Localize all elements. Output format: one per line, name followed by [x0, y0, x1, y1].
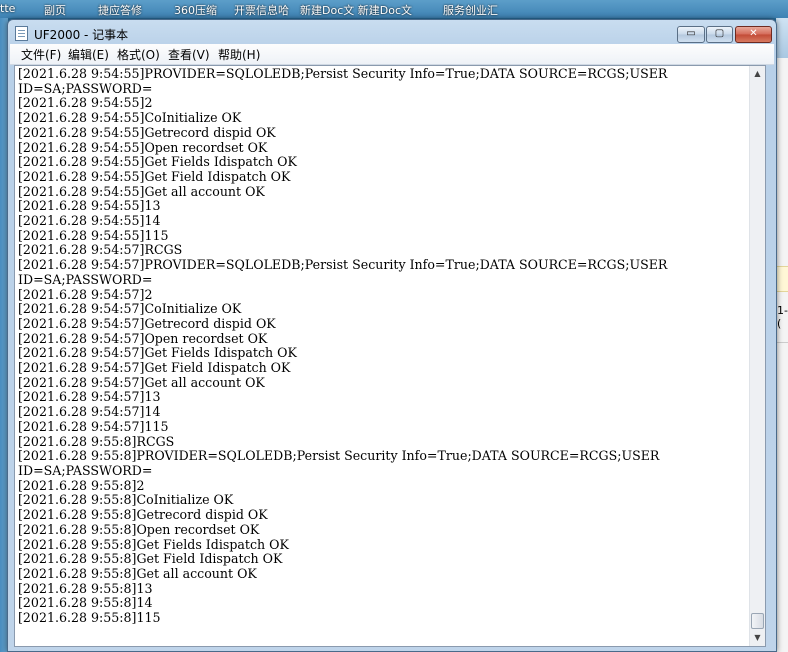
maximize-icon: ▢: [714, 28, 725, 39]
desktop-icon-label[interactable]: 新建Doc文 新建Doc文: [300, 2, 412, 18]
menu-file[interactable]: 文件(F): [21, 46, 61, 63]
desktop-icon-label[interactable]: 开票信息哈: [234, 2, 289, 18]
text-line[interactable]: [2021.6.28 9:54:55]Get Field Idispatch O…: [18, 169, 290, 184]
text-line[interactable]: [2021.6.28 9:54:57]Get Fields Idispatch …: [18, 345, 297, 361]
maximize-button[interactable]: ▢: [706, 26, 733, 43]
menu-help[interactable]: 帮助(H): [218, 46, 260, 63]
text-line[interactable]: [2021.6.28 9:54:57]2: [18, 287, 153, 302]
desktop-top-strip: tte 副页 捷应答修 360压缩 开票信息哈 新建Doc文 新建Doc文 服务…: [0, 0, 788, 18]
scroll-up-button[interactable]: ▲: [750, 66, 765, 82]
text-line[interactable]: [2021.6.28 9:54:57]13: [18, 389, 161, 405]
text-line[interactable]: [2021.6.28 9:54:55]Get all account OK: [18, 184, 265, 199]
menu-format[interactable]: 格式(O): [117, 46, 160, 63]
arrow-down-icon: ▼: [754, 633, 761, 642]
text-line[interactable]: [2021.6.28 9:54:55]Getrecord dispid OK: [18, 125, 276, 140]
text-line[interactable]: [2021.6.28 9:55:8]115: [18, 610, 161, 625]
text-line[interactable]: [2021.6.28 9:55:8]Getrecord dispid OK: [18, 507, 268, 522]
editor-text[interactable]: [2021.6.28 9:54:55]PROVIDER=SQLOLEDB;Per…: [18, 66, 667, 626]
text-line[interactable]: [2021.6.28 9:55:8]Open recordset OK: [18, 522, 259, 537]
text-line[interactable]: [2021.6.28 9:55:8]14: [18, 595, 153, 610]
text-line[interactable]: [2021.6.28 9:54:57]Get all account OK: [18, 375, 265, 390]
text-line[interactable]: [2021.6.28 9:54:57]115: [18, 419, 169, 434]
text-line[interactable]: [2021.6.28 9:55:8]CoInitialize OK: [18, 492, 233, 508]
text-line[interactable]: [2021.6.28 9:54:57]Get Field Idispatch O…: [18, 360, 290, 375]
text-line[interactable]: [2021.6.28 9:54:57]Open recordset OK: [18, 331, 267, 346]
text-line[interactable]: [2021.6.28 9:54:55]CoInitialize OK: [18, 110, 241, 125]
text-line[interactable]: [2021.6.28 9:55:8]PROVIDER=SQLOLEDB;Pers…: [18, 448, 659, 463]
text-line[interactable]: [2021.6.28 9:55:8]RCGS: [18, 434, 174, 449]
scroll-thumb[interactable]: [751, 613, 764, 629]
title-bar[interactable]: UF2000 - 记事本 ▭ ▢ ✕: [8, 20, 776, 46]
text-line[interactable]: [2021.6.28 9:54:55]14: [18, 213, 161, 228]
text-line[interactable]: ID=SA;PASSWORD=: [18, 463, 152, 478]
text-line[interactable]: [2021.6.28 9:54:57]Getrecord dispid OK: [18, 316, 276, 331]
text-line[interactable]: [2021.6.28 9:55:8]Get all account OK: [18, 566, 257, 581]
notepad-icon[interactable]: [15, 26, 28, 41]
vertical-scrollbar[interactable]: ▲ ▼: [749, 66, 765, 646]
menu-edit[interactable]: 编辑(E): [68, 46, 109, 63]
desktop-icon-label[interactable]: 副页: [44, 2, 66, 18]
close-button[interactable]: ✕: [735, 26, 772, 43]
text-line[interactable]: [2021.6.28 9:54:57]RCGS: [18, 242, 182, 258]
text-line[interactable]: [2021.6.28 9:55:8]13: [18, 581, 153, 596]
text-line[interactable]: [2021.6.28 9:55:8]2: [18, 478, 144, 493]
arrow-up-icon: ▲: [754, 69, 761, 78]
minimize-icon: ▭: [686, 28, 696, 39]
desktop-icon-label[interactable]: 服务创业汇: [443, 2, 498, 18]
desktop-icon-label[interactable]: tte: [0, 2, 15, 15]
minimize-button[interactable]: ▭: [677, 26, 705, 43]
text-line[interactable]: [2021.6.28 9:54:55]Get Fields Idispatch …: [18, 154, 297, 169]
text-line[interactable]: ID=SA;PASSWORD=: [18, 272, 152, 287]
scroll-down-button[interactable]: ▼: [750, 630, 765, 646]
text-line[interactable]: ID=SA;PASSWORD=: [18, 81, 152, 96]
text-line[interactable]: [2021.6.28 9:54:57]CoInitialize OK: [18, 301, 241, 316]
notepad-window[interactable]: UF2000 - 记事本 ▭ ▢ ✕ 文件(F) 编辑(E) 格式(O) 查看(…: [7, 19, 777, 652]
background-window-text: 1-(: [777, 304, 788, 330]
text-line[interactable]: [2021.6.28 9:54:57]PROVIDER=SQLOLEDB;Per…: [18, 257, 667, 272]
text-line[interactable]: [2021.6.28 9:54:55]115: [18, 228, 169, 243]
menu-bar: 文件(F) 编辑(E) 格式(O) 查看(V) 帮助(H): [10, 44, 774, 65]
text-line[interactable]: [2021.6.28 9:54:55]PROVIDER=SQLOLEDB;Per…: [18, 66, 667, 81]
background-window[interactable]: 1-(: [776, 18, 788, 652]
close-icon: ✕: [749, 28, 758, 39]
text-line[interactable]: [2021.6.28 9:54:55]13: [18, 198, 161, 213]
text-editor[interactable]: [2021.6.28 9:54:55]PROVIDER=SQLOLEDB;Per…: [14, 65, 766, 647]
desktop-icon-label[interactable]: 捷应答修: [98, 2, 142, 18]
text-line[interactable]: [2021.6.28 9:55:8]Get Field Idispatch OK: [18, 551, 282, 566]
text-line[interactable]: [2021.6.28 9:54:55]Open recordset OK: [18, 140, 267, 155]
text-line[interactable]: [2021.6.28 9:55:8]Get Fields Idispatch O…: [18, 537, 289, 552]
window-title: UF2000 - 记事本: [34, 28, 129, 42]
text-line[interactable]: [2021.6.28 9:54:55]2: [18, 95, 153, 111]
menu-view[interactable]: 查看(V): [168, 46, 210, 63]
text-line[interactable]: [2021.6.28 9:54:57]14: [18, 404, 161, 419]
desktop-icon-label[interactable]: 360压缩: [174, 2, 217, 18]
